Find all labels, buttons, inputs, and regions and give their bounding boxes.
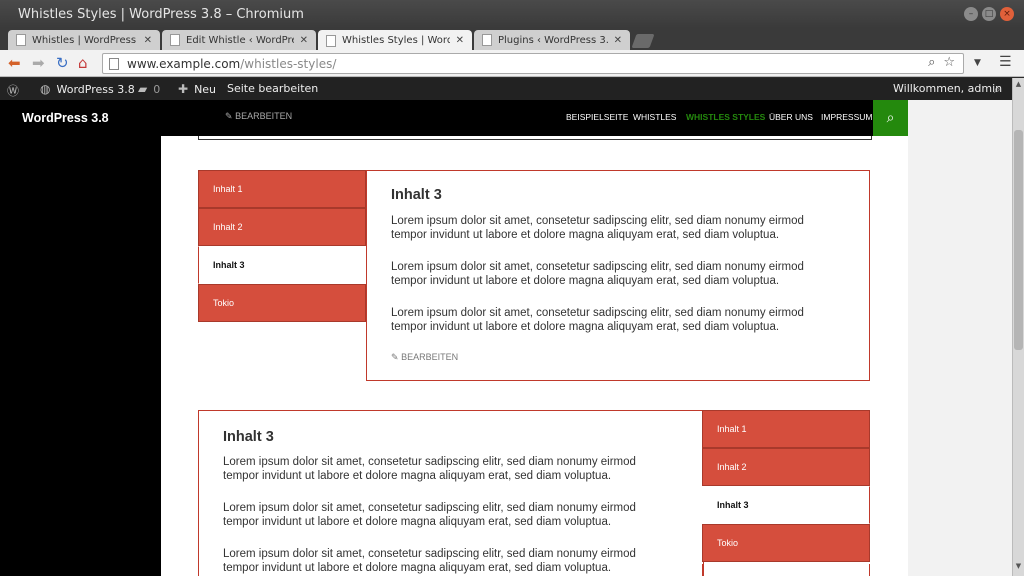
site-title[interactable]: WordPress 3.8 (22, 111, 109, 125)
page-icon (326, 34, 336, 47)
back-arrow-icon[interactable]: ⬅ (8, 54, 21, 72)
comment-count: 0 (153, 82, 161, 96)
page-icon (170, 34, 180, 46)
tab-panel: Inhalt 3 Lorem ipsum dolor sit amet, con… (198, 410, 704, 576)
admin-site-link[interactable]: ◍ WordPress 3.8 (40, 82, 135, 96)
admin-edit-page-label: Seite bearbeiten (227, 82, 319, 95)
menu-icon[interactable]: ☰ (999, 54, 1012, 70)
scroll-up-arrow-icon[interactable]: ▲ (1013, 80, 1024, 92)
pencil-icon: ✎ (225, 111, 233, 121)
page-icon (109, 57, 119, 70)
tab-label: Plugins ‹ WordPress 3.8 – (498, 34, 608, 46)
panel-paragraph: Lorem ipsum dolor sit amet, consetetur s… (391, 307, 804, 333)
nav-item-whistles[interactable]: WHISTLES (633, 112, 676, 122)
page-icon (482, 34, 492, 46)
dropdown-arrow-icon[interactable]: ▼ (974, 58, 981, 68)
tab-close-icon[interactable]: ✕ (456, 35, 464, 46)
admin-comments-link[interactable]: ▰ 0 (138, 82, 160, 96)
scroll-down-arrow-icon[interactable]: ▼ (1013, 562, 1024, 574)
vertical-scrollbar[interactable]: ▲ ▼ (1012, 78, 1024, 576)
tab-strip: Whistles | WordPress 3.8 - ✕ Edit Whistl… (0, 28, 1024, 51)
panel-heading: Inhalt 3 (391, 187, 442, 203)
panel-edit-label: BEARBEITEN (401, 352, 459, 362)
globe-icon: ◍ (40, 82, 51, 96)
header-edit-link[interactable]: ✎ BEARBEITEN (225, 111, 292, 122)
plus-icon: ✚ (178, 82, 189, 96)
home-icon[interactable]: ⌂ (78, 54, 88, 72)
browser-tab[interactable]: Whistles | WordPress 3.8 - ✕ (8, 30, 160, 50)
nav-item-whistles-styles[interactable]: WHISTLES STYLES (686, 112, 765, 122)
wp-admin-bar: Ⓦ ◍ WordPress 3.8 ▰ 0 ✚ Neu Seite bearbe… (0, 78, 1012, 100)
tab-inhalt-2[interactable]: Inhalt 2 (198, 208, 366, 246)
panel-paragraph: Lorem ipsum dolor sit amet, consetetur s… (391, 261, 804, 287)
site-header: WordPress 3.8 ✎ BEARBEITEN BEISPIELSEITE… (0, 100, 908, 136)
maximize-button[interactable]: □ (982, 7, 996, 21)
close-window-button[interactable]: × (1000, 7, 1014, 21)
tab-inhalt-1[interactable]: Inhalt 1 (198, 170, 366, 208)
url-domain: www.example.com (127, 56, 241, 71)
wp-logo-icon[interactable]: Ⓦ (7, 82, 19, 99)
tab-label: Whistles Styles | WordPress (342, 35, 450, 46)
browser-tab[interactable]: Edit Whistle ‹ WordPress ✕ (162, 30, 316, 50)
bookmark-star-icon[interactable]: ☆ (943, 55, 955, 70)
address-bar[interactable]: www.example.com/whistles-styles/ ⌕ ☆ (102, 53, 964, 74)
site-search-button[interactable]: ⌕ (873, 100, 908, 136)
page-viewport: WordPress 3.8 ✎ BEARBEITEN BEISPIELSEITE… (0, 100, 1012, 576)
reload-icon[interactable]: ↻ (56, 54, 69, 72)
admin-search-icon[interactable]: ⌕ (994, 82, 1001, 97)
admin-account-link[interactable]: Willkommen, admin (893, 82, 1002, 95)
tab-panel: Inhalt 3 Lorem ipsum dolor sit amet, con… (366, 170, 870, 381)
window-controls: – □ × (964, 7, 1014, 21)
url-path: /whistles-styles/ (240, 56, 337, 71)
panel-paragraph: Lorem ipsum dolor sit amet, consetetur s… (223, 548, 636, 574)
tab-tokio[interactable]: Tokio (702, 524, 870, 562)
page-icon (16, 34, 26, 46)
previous-widget-border (198, 136, 872, 140)
admin-new-link[interactable]: ✚ Neu (178, 82, 216, 96)
minimize-button[interactable]: – (964, 7, 978, 21)
admin-new-label: Neu (194, 82, 217, 96)
browser-tab[interactable]: Plugins ‹ WordPress 3.8 – ✕ (474, 30, 630, 50)
admin-welcome-label: Willkommen, admin (893, 82, 1003, 95)
panel-heading: Inhalt 3 (223, 429, 274, 445)
forward-arrow-icon[interactable]: ➡ (32, 54, 45, 72)
nav-item-ueber-uns[interactable]: ÜBER UNS (769, 112, 813, 122)
tab-close-icon[interactable]: ✕ (614, 35, 622, 46)
tab-inhalt-2[interactable]: Inhalt 2 (702, 448, 870, 486)
zoom-search-icon[interactable]: ⌕ (928, 55, 935, 70)
tab-list-border (702, 564, 870, 576)
search-icon: ⌕ (886, 110, 895, 126)
tab-close-icon[interactable]: ✕ (300, 35, 308, 46)
panel-edit-link[interactable]: ✎ BEARBEITEN (391, 352, 458, 363)
pencil-icon: ✎ (391, 352, 399, 362)
panel-paragraph: Lorem ipsum dolor sit amet, consetetur s… (223, 502, 636, 528)
tab-close-icon[interactable]: ✕ (144, 35, 152, 46)
tab-inhalt-3[interactable]: Inhalt 3 (702, 486, 870, 524)
left-sidebar (0, 100, 161, 576)
tab-label: Edit Whistle ‹ WordPress (186, 34, 294, 46)
tab-label: Whistles | WordPress 3.8 - (32, 34, 138, 46)
scroll-thumb[interactable] (1014, 130, 1023, 350)
window-title: Whistles Styles | WordPress 3.8 – Chromi… (18, 6, 304, 22)
browser-tab-active[interactable]: Whistles Styles | WordPress ✕ (318, 30, 472, 51)
browser-toolbar: ⬅ ➡ ↻ ⌂ www.example.com/whistles-styles/… (0, 50, 1024, 77)
tab-inhalt-1[interactable]: Inhalt 1 (702, 410, 870, 448)
admin-site-label: WordPress 3.8 (56, 82, 135, 96)
comment-icon: ▰ (138, 82, 148, 96)
panel-paragraph: Lorem ipsum dolor sit amet, consetetur s… (391, 215, 804, 241)
new-tab-button[interactable] (631, 34, 655, 48)
panel-paragraph: Lorem ipsum dolor sit amet, consetetur s… (223, 456, 636, 482)
header-edit-label: BEARBEITEN (235, 111, 293, 121)
nav-item-beispielseite[interactable]: BEISPIELSEITE (566, 112, 628, 122)
window-titlebar: Whistles Styles | WordPress 3.8 – Chromi… (0, 0, 1024, 28)
tab-tokio[interactable]: Tokio (198, 284, 366, 322)
nav-item-impressum[interactable]: IMPRESSUM (821, 112, 872, 122)
admin-edit-page-link[interactable]: Seite bearbeiten (227, 82, 318, 95)
tab-inhalt-3[interactable]: Inhalt 3 (198, 246, 366, 284)
